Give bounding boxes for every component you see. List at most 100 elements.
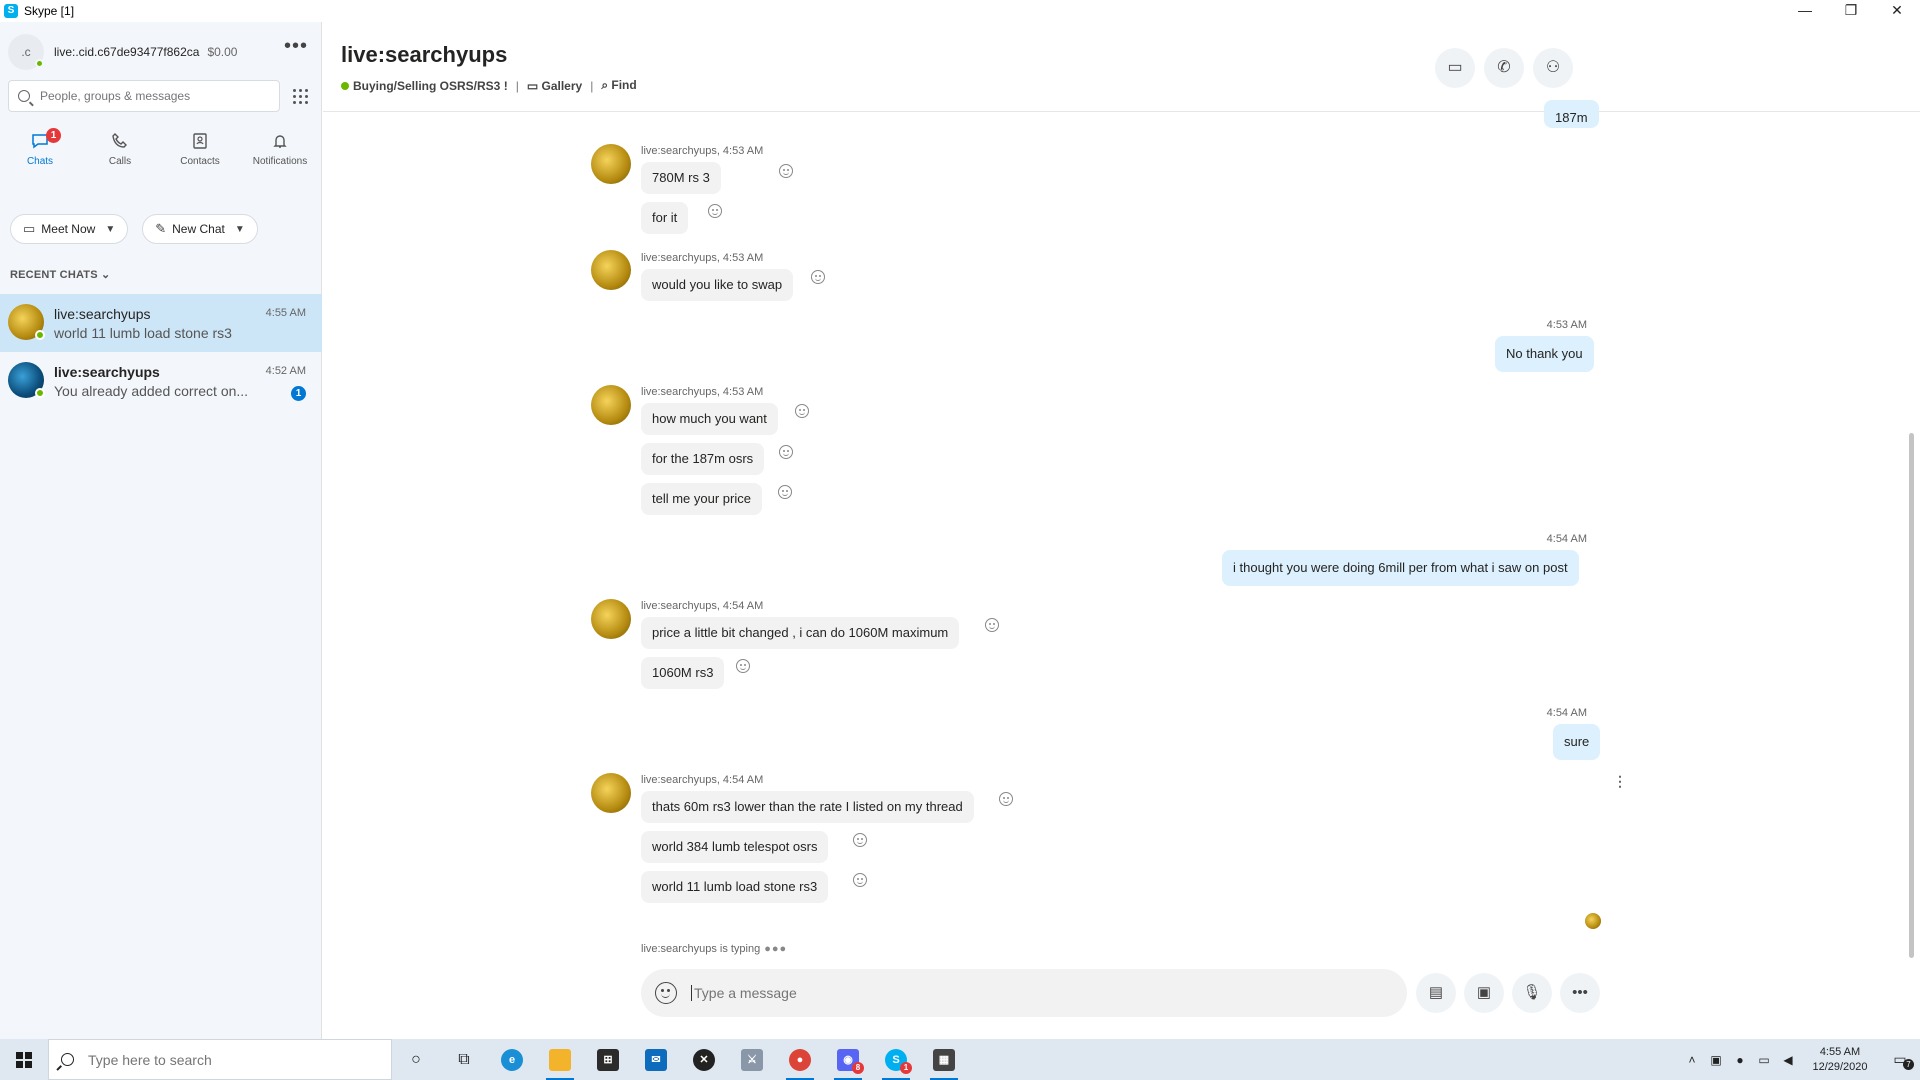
- tab-notifications[interactable]: Notifications: [240, 126, 320, 186]
- incoming-message[interactable]: 1060M rs3: [641, 657, 725, 689]
- profile-name[interactable]: live:.cid.c67de93477f862ca: [54, 45, 199, 59]
- incoming-message[interactable]: would you like to swap: [641, 269, 794, 301]
- tab-calls[interactable]: Calls: [80, 126, 160, 186]
- game-launcher-button[interactable]: ⚔: [728, 1039, 776, 1080]
- task-view-button[interactable]: ⧉: [440, 1039, 488, 1080]
- message-timestamp: 4:53 AM: [1546, 319, 1587, 331]
- cortana-button[interactable]: ○: [392, 1039, 440, 1080]
- taskbar-search[interactable]: [48, 1039, 392, 1080]
- calculator-button[interactable]: ▦: [920, 1039, 968, 1080]
- compose-icon: ✎: [155, 221, 167, 236]
- add-people-button[interactable]: ⚇: [1533, 48, 1573, 88]
- message-list[interactable]: 187m live:searchyups, 4:53 AM 780M rs 3 …: [323, 100, 1920, 958]
- xbox-button[interactable]: ✕: [680, 1039, 728, 1080]
- add-reaction-icon[interactable]: [708, 204, 722, 218]
- mail-button[interactable]: ✉: [632, 1039, 680, 1080]
- volume-icon[interactable]: ◀: [1776, 1053, 1800, 1067]
- video-call-button[interactable]: ▭: [1435, 48, 1475, 88]
- add-reaction-icon[interactable]: [999, 792, 1013, 806]
- message-options-icon[interactable]: ⋮: [1613, 773, 1627, 790]
- profile-bar[interactable]: .c live:.cid.c67de93477f862ca $0.00 •••: [8, 32, 314, 72]
- outgoing-message[interactable]: 187m: [1544, 100, 1599, 128]
- incoming-message[interactable]: world 11 lumb load stone rs3: [641, 871, 829, 903]
- incoming-message[interactable]: 780M rs 3: [641, 162, 721, 194]
- chat-time: 4:55 AM: [265, 307, 306, 319]
- incoming-message[interactable]: tell me your price: [641, 483, 762, 515]
- chevron-up-icon[interactable]: ˄: [1680, 1053, 1704, 1067]
- taskbar-search-input[interactable]: [88, 1051, 368, 1068]
- incoming-message[interactable]: world 384 lumb telespot osrs: [641, 831, 829, 863]
- skype-credit[interactable]: $0.00: [207, 45, 237, 59]
- add-reaction-icon[interactable]: [779, 445, 793, 459]
- tab-chats[interactable]: 1 Chats: [0, 126, 80, 186]
- gallery-link[interactable]: ▭ Gallery: [527, 79, 582, 93]
- search-input[interactable]: [40, 89, 270, 103]
- find-link[interactable]: ⌕ Find: [601, 78, 636, 93]
- chevron-down-icon[interactable]: ▼: [235, 224, 245, 235]
- skype-taskbar-button[interactable]: S1: [872, 1039, 920, 1080]
- recent-chats-label: RECENT CHATS: [10, 269, 98, 281]
- sender-avatar[interactable]: [591, 385, 631, 425]
- scrollbar[interactable]: [1909, 433, 1914, 958]
- chat-list-item[interactable]: live:searchyups You already added correc…: [0, 352, 322, 410]
- add-reaction-icon[interactable]: [811, 270, 825, 284]
- add-reaction-icon[interactable]: [779, 164, 793, 178]
- discord-button[interactable]: ◉ 8: [824, 1039, 872, 1080]
- restore-button[interactable]: ❐: [1828, 0, 1874, 22]
- add-person-icon: ⚇: [1545, 59, 1561, 76]
- network-icon[interactable]: ▭: [1752, 1053, 1776, 1067]
- close-button[interactable]: ✕: [1874, 0, 1920, 22]
- microphone-icon[interactable]: ●: [1728, 1053, 1752, 1067]
- video-camera-icon: ▭: [1447, 59, 1463, 76]
- outgoing-message[interactable]: sure: [1553, 724, 1601, 760]
- sender-avatar[interactable]: [591, 773, 631, 813]
- sender-label: live:searchyups, 4:53 AM: [641, 252, 764, 264]
- sender-avatar[interactable]: [591, 144, 631, 184]
- chrome-button[interactable]: ●: [776, 1039, 824, 1080]
- presence-dot: [341, 81, 349, 90]
- add-reaction-icon[interactable]: [778, 485, 792, 499]
- record-audio-button[interactable]: 🎙: [1512, 973, 1552, 1013]
- incoming-message[interactable]: thats 60m rs3 lower than the rate I list…: [641, 791, 974, 823]
- incoming-message[interactable]: for the 187m osrs: [641, 443, 765, 475]
- meet-now-button[interactable]: ▭ Meet Now ▼: [10, 214, 129, 244]
- sender-avatar[interactable]: [591, 250, 631, 290]
- search-box[interactable]: [8, 80, 280, 112]
- edge-button[interactable]: e: [488, 1039, 536, 1080]
- outgoing-message[interactable]: i thought you were doing 6mill per from …: [1222, 550, 1579, 586]
- incoming-message[interactable]: price a little bit changed , i can do 10…: [641, 617, 960, 649]
- new-chat-button[interactable]: ✎ New Chat ▼: [142, 214, 258, 244]
- sender-avatar[interactable]: [591, 599, 631, 639]
- meet-now-tray-icon[interactable]: ▣: [1704, 1053, 1728, 1067]
- add-reaction-icon[interactable]: [853, 873, 867, 887]
- chevron-down-icon[interactable]: ▼: [105, 224, 115, 235]
- send-contact-button[interactable]: ▣: [1464, 973, 1504, 1013]
- add-reaction-icon[interactable]: [985, 618, 999, 632]
- chat-list-item[interactable]: live:searchyups world 11 lumb load stone…: [0, 294, 322, 352]
- add-reaction-icon[interactable]: [736, 659, 750, 673]
- recent-chats-header[interactable]: RECENT CHATS ⌄: [10, 268, 110, 281]
- message-input[interactable]: [691, 985, 1371, 1001]
- folder-icon: [549, 1048, 571, 1071]
- tab-contacts[interactable]: Contacts: [160, 126, 240, 186]
- profile-avatar[interactable]: .c: [8, 34, 44, 70]
- action-center-button[interactable]: ▭ 7: [1880, 1051, 1920, 1070]
- more-actions-button[interactable]: •••: [1560, 973, 1600, 1013]
- add-reaction-icon[interactable]: [795, 404, 809, 418]
- audio-call-button[interactable]: ✆: [1484, 48, 1524, 88]
- conversation-title[interactable]: live:searchyups: [341, 42, 507, 68]
- store-button[interactable]: ⊞: [584, 1039, 632, 1080]
- start-button[interactable]: [0, 1039, 48, 1080]
- more-options-button[interactable]: •••: [284, 36, 308, 56]
- clock[interactable]: 4:55 AM 12/29/2020: [1800, 1045, 1880, 1075]
- dialpad-button[interactable]: [284, 80, 316, 112]
- incoming-message[interactable]: for it: [641, 202, 689, 234]
- emoji-icon[interactable]: [655, 982, 677, 1004]
- file-explorer-button[interactable]: [536, 1039, 584, 1080]
- add-files-button[interactable]: ▤: [1416, 973, 1456, 1013]
- outgoing-message[interactable]: No thank you: [1495, 336, 1594, 372]
- taskbar: ○ ⧉ e ⊞ ✉ ✕ ⚔ ● ◉8 S1 ▦ ˄ ▣ ● ▭ ◀ 4:55 A…: [0, 1039, 1920, 1080]
- incoming-message[interactable]: how much you want: [641, 403, 778, 435]
- add-reaction-icon[interactable]: [853, 833, 867, 847]
- minimize-button[interactable]: —: [1782, 0, 1828, 22]
